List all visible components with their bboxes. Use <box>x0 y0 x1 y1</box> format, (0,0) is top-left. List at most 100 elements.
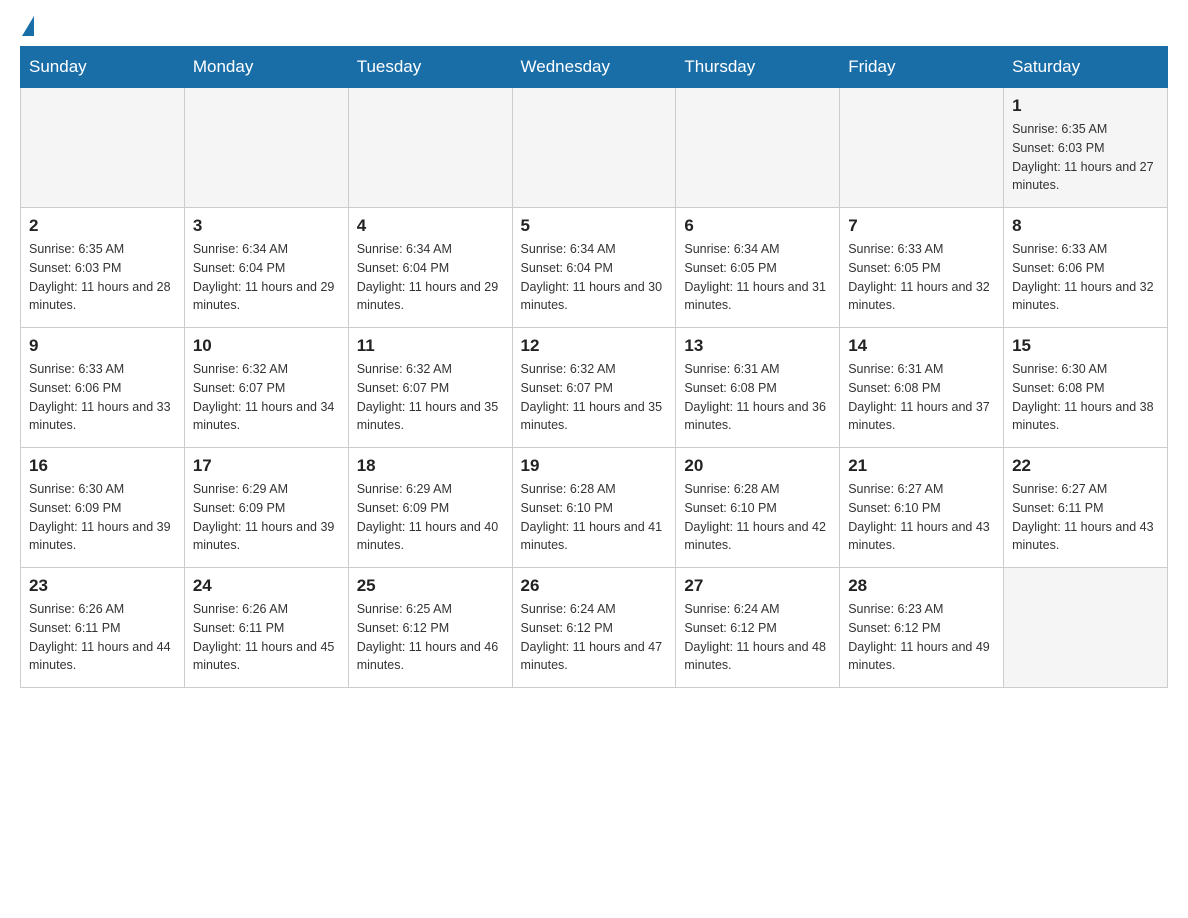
calendar-cell: 4 Sunrise: 6:34 AMSunset: 6:04 PMDaylight… <box>348 208 512 328</box>
calendar-header-tuesday: Tuesday <box>348 47 512 88</box>
day-number: 25 <box>357 576 504 596</box>
day-info: Sunrise: 6:27 AMSunset: 6:10 PMDaylight:… <box>848 480 995 555</box>
calendar-week-row: 2 Sunrise: 6:35 AMSunset: 6:03 PMDaylight… <box>21 208 1168 328</box>
day-number: 13 <box>684 336 831 356</box>
calendar-cell <box>184 88 348 208</box>
day-number: 9 <box>29 336 176 356</box>
calendar-cell: 12 Sunrise: 6:32 AMSunset: 6:07 PMDayligh… <box>512 328 676 448</box>
day-number: 15 <box>1012 336 1159 356</box>
day-info: Sunrise: 6:27 AMSunset: 6:11 PMDaylight:… <box>1012 480 1159 555</box>
day-number: 8 <box>1012 216 1159 236</box>
day-number: 3 <box>193 216 340 236</box>
day-info: Sunrise: 6:30 AMSunset: 6:09 PMDaylight:… <box>29 480 176 555</box>
calendar-table: SundayMondayTuesdayWednesdayThursdayFrid… <box>20 46 1168 688</box>
day-info: Sunrise: 6:33 AMSunset: 6:06 PMDaylight:… <box>1012 240 1159 315</box>
day-info: Sunrise: 6:26 AMSunset: 6:11 PMDaylight:… <box>193 600 340 675</box>
day-number: 4 <box>357 216 504 236</box>
day-info: Sunrise: 6:30 AMSunset: 6:08 PMDaylight:… <box>1012 360 1159 435</box>
day-number: 11 <box>357 336 504 356</box>
day-number: 6 <box>684 216 831 236</box>
day-info: Sunrise: 6:29 AMSunset: 6:09 PMDaylight:… <box>193 480 340 555</box>
calendar-cell <box>21 88 185 208</box>
day-info: Sunrise: 6:31 AMSunset: 6:08 PMDaylight:… <box>684 360 831 435</box>
day-number: 2 <box>29 216 176 236</box>
day-info: Sunrise: 6:33 AMSunset: 6:06 PMDaylight:… <box>29 360 176 435</box>
day-info: Sunrise: 6:31 AMSunset: 6:08 PMDaylight:… <box>848 360 995 435</box>
calendar-cell: 14 Sunrise: 6:31 AMSunset: 6:08 PMDayligh… <box>840 328 1004 448</box>
calendar-cell: 21 Sunrise: 6:27 AMSunset: 6:10 PMDayligh… <box>840 448 1004 568</box>
calendar-cell: 28 Sunrise: 6:23 AMSunset: 6:12 PMDayligh… <box>840 568 1004 688</box>
calendar-cell: 23 Sunrise: 6:26 AMSunset: 6:11 PMDayligh… <box>21 568 185 688</box>
day-info: Sunrise: 6:28 AMSunset: 6:10 PMDaylight:… <box>521 480 668 555</box>
day-number: 12 <box>521 336 668 356</box>
day-number: 20 <box>684 456 831 476</box>
day-number: 14 <box>848 336 995 356</box>
day-number: 7 <box>848 216 995 236</box>
calendar-week-row: 23 Sunrise: 6:26 AMSunset: 6:11 PMDayligh… <box>21 568 1168 688</box>
logo <box>20 20 34 36</box>
calendar-cell: 11 Sunrise: 6:32 AMSunset: 6:07 PMDayligh… <box>348 328 512 448</box>
calendar-cell: 7 Sunrise: 6:33 AMSunset: 6:05 PMDaylight… <box>840 208 1004 328</box>
day-number: 17 <box>193 456 340 476</box>
day-info: Sunrise: 6:33 AMSunset: 6:05 PMDaylight:… <box>848 240 995 315</box>
day-info: Sunrise: 6:28 AMSunset: 6:10 PMDaylight:… <box>684 480 831 555</box>
calendar-cell: 9 Sunrise: 6:33 AMSunset: 6:06 PMDaylight… <box>21 328 185 448</box>
calendar-cell: 1 Sunrise: 6:35 AMSunset: 6:03 PMDaylight… <box>1004 88 1168 208</box>
calendar-week-row: 16Sunrise: 6:30 AMSunset: 6:09 PMDayligh… <box>21 448 1168 568</box>
calendar-cell: 3 Sunrise: 6:34 AMSunset: 6:04 PMDaylight… <box>184 208 348 328</box>
day-number: 23 <box>29 576 176 596</box>
calendar-header-row: SundayMondayTuesdayWednesdayThursdayFrid… <box>21 47 1168 88</box>
calendar-cell: 26Sunrise: 6:24 AMSunset: 6:12 PMDayligh… <box>512 568 676 688</box>
calendar-header-sunday: Sunday <box>21 47 185 88</box>
calendar-cell: 15 Sunrise: 6:30 AMSunset: 6:08 PMDayligh… <box>1004 328 1168 448</box>
day-number: 28 <box>848 576 995 596</box>
day-number: 19 <box>521 456 668 476</box>
calendar-cell: 24 Sunrise: 6:26 AMSunset: 6:11 PMDayligh… <box>184 568 348 688</box>
calendar-cell: 22 Sunrise: 6:27 AMSunset: 6:11 PMDayligh… <box>1004 448 1168 568</box>
day-info: Sunrise: 6:23 AMSunset: 6:12 PMDaylight:… <box>848 600 995 675</box>
day-info: Sunrise: 6:34 AMSunset: 6:04 PMDaylight:… <box>193 240 340 315</box>
day-number: 22 <box>1012 456 1159 476</box>
calendar-cell: 13 Sunrise: 6:31 AMSunset: 6:08 PMDayligh… <box>676 328 840 448</box>
calendar-cell: 27 Sunrise: 6:24 AMSunset: 6:12 PMDayligh… <box>676 568 840 688</box>
calendar-cell: 10 Sunrise: 6:32 AMSunset: 6:07 PMDayligh… <box>184 328 348 448</box>
calendar-cell <box>348 88 512 208</box>
calendar-header-thursday: Thursday <box>676 47 840 88</box>
calendar-cell: 25 Sunrise: 6:25 AMSunset: 6:12 PMDayligh… <box>348 568 512 688</box>
calendar-cell <box>676 88 840 208</box>
calendar-cell <box>840 88 1004 208</box>
day-number: 5 <box>521 216 668 236</box>
calendar-cell <box>1004 568 1168 688</box>
day-info: Sunrise: 6:32 AMSunset: 6:07 PMDaylight:… <box>193 360 340 435</box>
day-info: Sunrise: 6:34 AMSunset: 6:04 PMDaylight:… <box>521 240 668 315</box>
day-info: Sunrise: 6:35 AMSunset: 6:03 PMDaylight:… <box>29 240 176 315</box>
day-info: Sunrise: 6:29 AMSunset: 6:09 PMDaylight:… <box>357 480 504 555</box>
calendar-cell: 2 Sunrise: 6:35 AMSunset: 6:03 PMDaylight… <box>21 208 185 328</box>
day-number: 27 <box>684 576 831 596</box>
calendar-header-saturday: Saturday <box>1004 47 1168 88</box>
calendar-week-row: 1 Sunrise: 6:35 AMSunset: 6:03 PMDaylight… <box>21 88 1168 208</box>
calendar-cell: 17 Sunrise: 6:29 AMSunset: 6:09 PMDayligh… <box>184 448 348 568</box>
calendar-header-monday: Monday <box>184 47 348 88</box>
logo-triangle-icon <box>22 16 34 36</box>
calendar-header-friday: Friday <box>840 47 1004 88</box>
day-number: 10 <box>193 336 340 356</box>
calendar-cell: 6Sunrise: 6:34 AMSunset: 6:05 PMDaylight… <box>676 208 840 328</box>
day-info: Sunrise: 6:24 AMSunset: 6:12 PMDaylight:… <box>684 600 831 675</box>
calendar-cell: 8 Sunrise: 6:33 AMSunset: 6:06 PMDaylight… <box>1004 208 1168 328</box>
day-info: Sunrise: 6:32 AMSunset: 6:07 PMDaylight:… <box>521 360 668 435</box>
day-number: 18 <box>357 456 504 476</box>
page-header <box>20 20 1168 36</box>
day-info: Sunrise: 6:35 AMSunset: 6:03 PMDaylight:… <box>1012 120 1159 195</box>
calendar-cell <box>512 88 676 208</box>
calendar-cell: 16Sunrise: 6:30 AMSunset: 6:09 PMDayligh… <box>21 448 185 568</box>
day-info: Sunrise: 6:24 AMSunset: 6:12 PMDaylight:… <box>521 600 668 675</box>
day-info: Sunrise: 6:34 AMSunset: 6:04 PMDaylight:… <box>357 240 504 315</box>
day-info: Sunrise: 6:25 AMSunset: 6:12 PMDaylight:… <box>357 600 504 675</box>
day-number: 21 <box>848 456 995 476</box>
day-number: 24 <box>193 576 340 596</box>
day-info: Sunrise: 6:26 AMSunset: 6:11 PMDaylight:… <box>29 600 176 675</box>
day-info: Sunrise: 6:32 AMSunset: 6:07 PMDaylight:… <box>357 360 504 435</box>
day-number: 1 <box>1012 96 1159 116</box>
calendar-header-wednesday: Wednesday <box>512 47 676 88</box>
